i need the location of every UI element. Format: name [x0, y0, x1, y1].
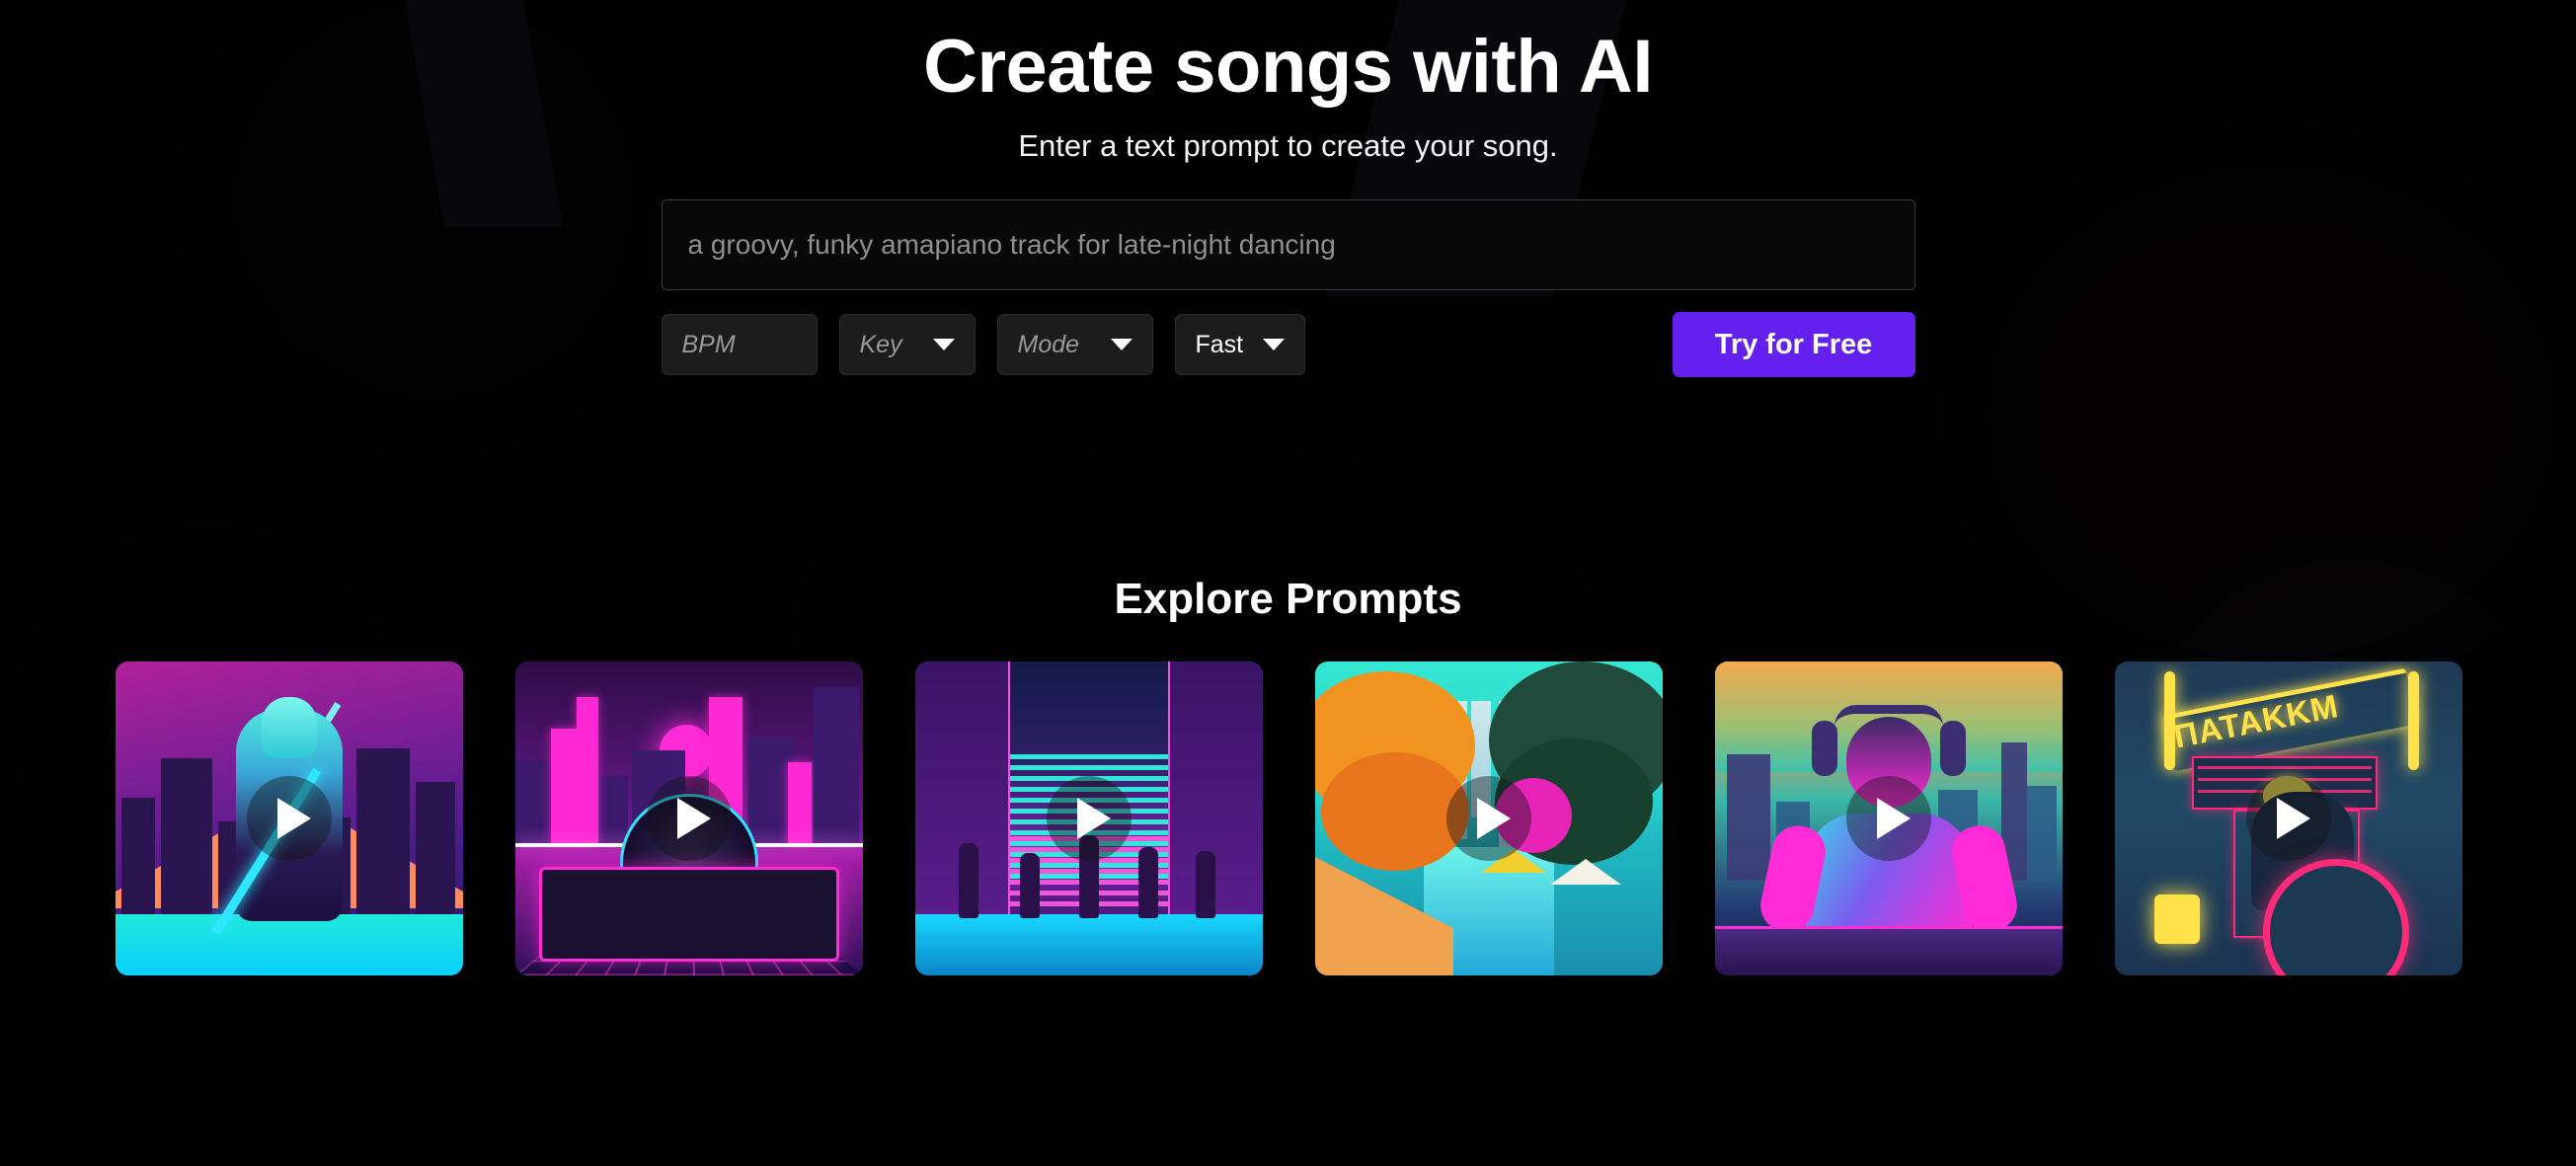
- hero-section: Create songs with AI Enter a text prompt…: [0, 0, 2576, 377]
- play-button[interactable]: [647, 776, 732, 861]
- key-select-label: Key: [859, 330, 902, 358]
- try-for-free-button[interactable]: Try for Free: [1672, 312, 1915, 377]
- prompt-card-neon-street-dancers[interactable]: [915, 661, 1263, 975]
- prompt-card-synthwave-turntable[interactable]: [515, 661, 863, 975]
- speed-select[interactable]: Fast: [1174, 314, 1305, 375]
- prompt-card-neon-cyber-knight[interactable]: [116, 661, 463, 975]
- prompt-input-placeholder: a groovy, funky amapiano track for late-…: [687, 229, 1336, 260]
- play-button[interactable]: [247, 776, 332, 861]
- explore-prompts-heading: Explore Prompts: [1114, 575, 1462, 623]
- play-icon: [2276, 798, 2310, 839]
- form-controls-row: BPM Key Mode Fast Try for Free: [661, 312, 1915, 377]
- prompt-card-neon-sign-drums[interactable]: ΠATAKKΜ: [2115, 661, 2462, 975]
- bpm-input[interactable]: BPM: [661, 314, 818, 375]
- play-icon: [1476, 798, 1511, 839]
- play-button[interactable]: [1846, 776, 1931, 861]
- play-button[interactable]: [1047, 776, 1132, 861]
- song-creation-form: a groovy, funky amapiano track for late-…: [661, 164, 1915, 377]
- chevron-down-icon: [1110, 339, 1132, 350]
- play-icon: [1876, 798, 1911, 839]
- speed-select-label: Fast: [1195, 330, 1244, 358]
- hero-subtitle: Enter a text prompt to create your song.: [1018, 128, 1558, 163]
- play-icon: [1076, 798, 1111, 839]
- play-button[interactable]: [2246, 776, 2331, 861]
- landing-page: Create songs with AI Enter a text prompt…: [0, 0, 2576, 1166]
- play-icon: [276, 798, 311, 839]
- explore-prompts-section: Explore Prompts ΠATAKKΜ: [0, 575, 2576, 975]
- prompt-card-list: ΠATAKKΜ: [0, 661, 2576, 975]
- play-icon: [676, 798, 711, 839]
- prompt-input[interactable]: a groovy, funky amapiano track for late-…: [661, 199, 1915, 290]
- bpm-input-placeholder: BPM: [681, 330, 736, 358]
- chevron-down-icon: [932, 339, 955, 350]
- play-button[interactable]: [1446, 776, 1531, 861]
- mode-select-label: Mode: [1017, 330, 1080, 358]
- chevron-down-icon: [1262, 339, 1285, 350]
- key-select[interactable]: Key: [838, 314, 976, 375]
- prompt-card-tropical-neon-canal[interactable]: [1315, 661, 1663, 975]
- prompt-card-sunset-dj-skyline[interactable]: [1715, 661, 2063, 975]
- page-title: Create songs with AI: [923, 25, 1653, 109]
- mode-select[interactable]: Mode: [996, 314, 1153, 375]
